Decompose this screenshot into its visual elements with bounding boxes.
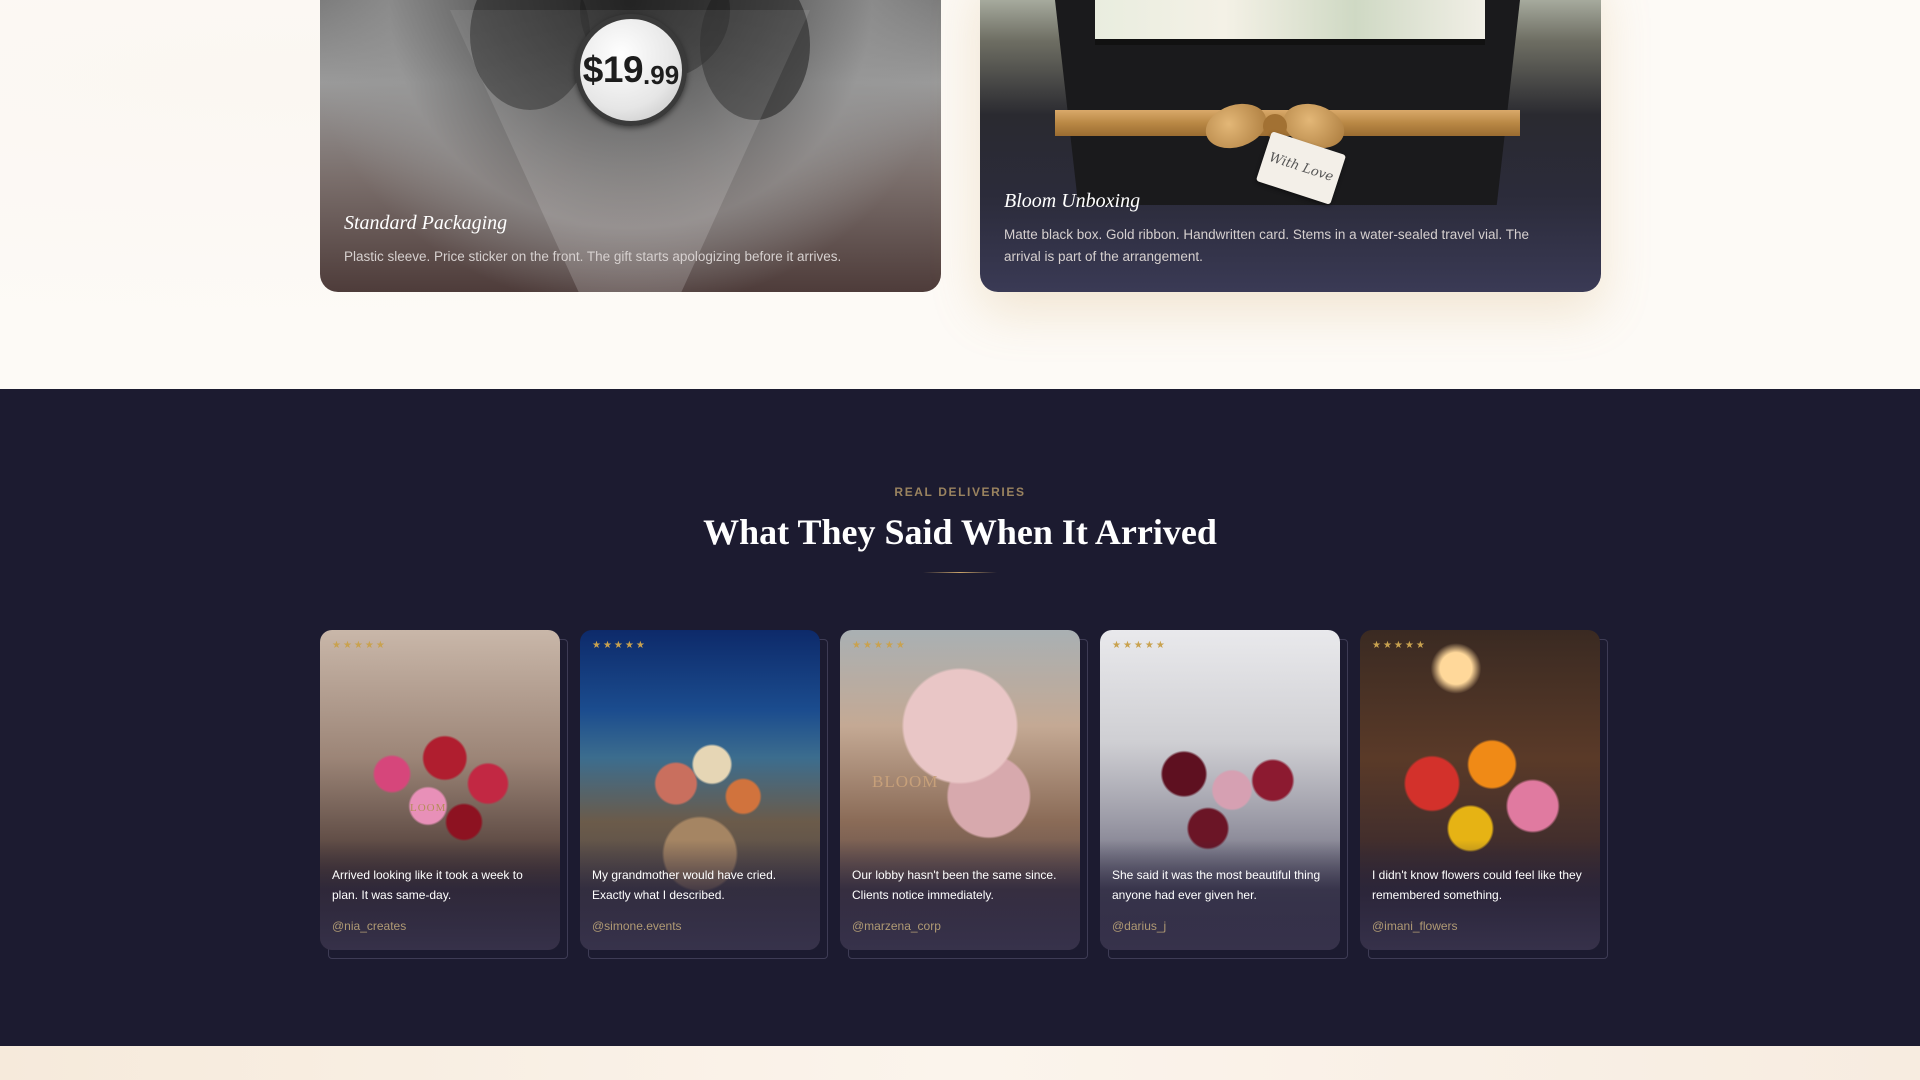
- testimonial-photo: ★★★★★ My grandmother would have cried. E…: [580, 630, 820, 950]
- testimonial-photo: BLOOM ★★★★★ Our lobby hasn't been the sa…: [840, 630, 1080, 950]
- testimonial-handle[interactable]: @darius_j: [1112, 919, 1166, 933]
- price-main: $19: [582, 49, 644, 90]
- next-section-peek: [0, 1046, 1920, 1080]
- bloom-unboxing-description: Matte black box. Gold ribbon. Handwritte…: [1004, 224, 1529, 268]
- testimonials-section: REAL DELIVERIES What They Said When It A…: [0, 389, 1920, 1046]
- testimonial-quote: Arrived looking like it took a week to p…: [332, 868, 523, 902]
- testimonial-handle[interactable]: @simone.events: [592, 919, 682, 933]
- heading-divider: [923, 572, 997, 573]
- standard-packaging-title: Standard Packaging: [344, 212, 508, 234]
- testimonial-card[interactable]: ★★★★★ I didn't know flowers could feel l…: [1360, 630, 1608, 959]
- section-heading: What They Said When It Arrived: [703, 512, 1217, 552]
- testimonial-handle[interactable]: @imani_flowers: [1372, 919, 1458, 933]
- price-sticker: $19.99: [575, 14, 687, 126]
- testimonial-card[interactable]: ★★★★★ She said it was the most beautiful…: [1100, 630, 1348, 959]
- bloom-description-line: Matte black box. Gold ribbon. Handwritte…: [1004, 227, 1529, 242]
- testimonial-card[interactable]: LOOM ★★★★★ Arrived looking like it took …: [320, 630, 568, 959]
- testimonial-card[interactable]: BLOOM ★★★★★ Our lobby hasn't been the sa…: [840, 630, 1088, 959]
- gift-box-flowers: [1095, 0, 1485, 45]
- star-rating: ★★★★★: [852, 640, 907, 651]
- bloom-description-line: arrival is part of the arrangement.: [1004, 249, 1203, 264]
- star-rating: ★★★★★: [1112, 640, 1167, 651]
- testimonial-quote: My grandmother would have cried. Exactly…: [592, 868, 777, 902]
- testimonial-quote: I didn't know flowers could feel like th…: [1372, 868, 1582, 902]
- price-cents: .99: [643, 59, 680, 90]
- testimonial-handle[interactable]: @nia_creates: [332, 919, 406, 933]
- testimonial-photo: LOOM ★★★★★ Arrived looking like it took …: [320, 630, 560, 950]
- star-rating: ★★★★★: [332, 640, 387, 651]
- bloom-unboxing-title: Bloom Unboxing: [1004, 190, 1141, 212]
- testimonial-quote: Our lobby hasn't been the same since. Cl…: [852, 868, 1057, 902]
- packaging-comparison-section: $19.99 Standard Packaging Plastic sleeve…: [0, 0, 1920, 389]
- photo-box-logo: LOOM: [410, 802, 447, 814]
- standard-packaging-description: Plastic sleeve. Price sticker on the fro…: [344, 249, 842, 264]
- testimonial-quote: She said it was the most beautiful thing…: [1112, 868, 1321, 902]
- testimonial-handle[interactable]: @marzena_corp: [852, 919, 941, 933]
- star-rating: ★★★★★: [1372, 640, 1427, 651]
- testimonial-photo: ★★★★★ She said it was the most beautiful…: [1100, 630, 1340, 950]
- star-rating: ★★★★★: [592, 640, 647, 651]
- lobby-bloom-sign: BLOOM: [872, 772, 939, 791]
- testimonial-photo: ★★★★★ I didn't know flowers could feel l…: [1360, 630, 1600, 950]
- testimonial-card[interactable]: ★★★★★ My grandmother would have cried. E…: [580, 630, 828, 959]
- section-eyebrow: REAL DELIVERIES: [894, 485, 1026, 499]
